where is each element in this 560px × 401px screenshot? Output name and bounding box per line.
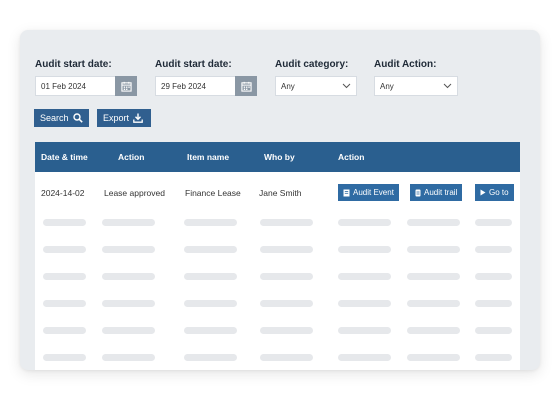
go-to-button[interactable]: Go to [475, 184, 514, 201]
table-row: 2024-14-02 Lease approved Finance Lease … [35, 172, 520, 214]
skeleton-bar [407, 219, 460, 226]
calendar-button[interactable] [235, 76, 257, 96]
skeleton-bar [184, 246, 237, 253]
skeleton-bar [338, 354, 391, 361]
chevron-down-icon [443, 83, 452, 89]
skeleton-bar [338, 327, 391, 334]
skeleton-bar [338, 273, 391, 280]
skeleton-bar [102, 219, 155, 226]
skeleton-bar [338, 219, 391, 226]
date-picker [35, 76, 137, 96]
skeleton-bar [43, 327, 86, 334]
skeleton-bar [260, 273, 313, 280]
action-select[interactable]: Any [374, 76, 458, 96]
search-button-label: Search [40, 113, 69, 123]
skeleton-bar [184, 219, 237, 226]
filter-label: Audit Action: [374, 59, 437, 70]
skeleton-bar [475, 246, 512, 253]
filter-start-date-2: Audit start date: [155, 58, 257, 96]
skeleton-bar [338, 300, 391, 307]
search-icon [72, 113, 83, 123]
audit-event-button[interactable]: Audit Event [338, 184, 399, 201]
cell-who-by: Jane Smith [259, 188, 302, 198]
cell-action: Lease approved [104, 188, 165, 198]
column-header-action: Action [118, 152, 145, 162]
audit-table: Date & time Action Item name Who by Acti… [35, 142, 520, 370]
skeleton-bar [407, 327, 460, 334]
skeleton-bar [102, 354, 155, 361]
cell-date: 2024-14-02 [41, 188, 85, 198]
list-icon [415, 189, 421, 196]
end-date-input[interactable] [155, 76, 235, 96]
audit-event-label: Audit Event [353, 188, 394, 197]
skeleton-bar [184, 354, 237, 361]
date-picker [155, 76, 257, 96]
filter-label: Audit category: [275, 59, 349, 70]
skeleton-bar [260, 327, 313, 334]
audit-trail-label: Audit trail [424, 188, 458, 197]
filter-action: Audit Action: Any [374, 58, 458, 96]
calendar-icon [240, 81, 252, 92]
skeleton-bar [407, 300, 460, 307]
calendar-icon [120, 81, 132, 92]
select-value: Any [380, 81, 394, 91]
skeleton-bar [102, 300, 155, 307]
filter-bar: Audit start date: 01 Feb 2024 Audit star… [35, 58, 525, 98]
skeleton-bar [260, 354, 313, 361]
export-button-label: Export [103, 113, 130, 123]
skeleton-bar [43, 246, 86, 253]
skeleton-bar [407, 354, 460, 361]
skeleton-bar [475, 354, 512, 361]
skeleton-bar [184, 327, 237, 334]
skeleton-bar [475, 219, 512, 226]
calendar-button[interactable] [115, 76, 137, 96]
chevron-down-icon [342, 83, 351, 89]
select-value: Any [281, 81, 295, 91]
skeleton-bar [43, 300, 86, 307]
filter-label: Audit start date: [155, 59, 232, 70]
skeleton-bar [475, 300, 512, 307]
skeleton-bar [260, 246, 313, 253]
skeleton-bar [338, 246, 391, 253]
download-icon [133, 113, 143, 123]
skeleton-bar [102, 246, 155, 253]
filter-label: Audit start date: [35, 59, 112, 70]
table-header: Date & time Action Item name Who by Acti… [35, 142, 520, 172]
skeleton-bar [475, 273, 512, 280]
document-icon [343, 189, 350, 196]
skeleton-bar [260, 219, 313, 226]
skeleton-bar [475, 327, 512, 334]
category-select[interactable]: Any [275, 76, 357, 96]
skeleton-bar [43, 354, 86, 361]
skeleton-bar [260, 300, 313, 307]
filter-start-date-1: Audit start date: [35, 58, 137, 96]
export-button[interactable]: Export [97, 109, 151, 127]
go-to-label: Go to [489, 188, 509, 197]
skeleton-bar [102, 273, 155, 280]
column-header-who-by: Who by [264, 152, 295, 162]
search-button[interactable]: Search [34, 109, 89, 127]
play-icon [480, 189, 486, 196]
audit-trail-button[interactable]: Audit trail [410, 184, 463, 201]
cell-item-name: Finance Lease [185, 188, 241, 198]
skeleton-bar [184, 273, 237, 280]
skeleton-bar [407, 273, 460, 280]
skeleton-bar [43, 273, 86, 280]
filter-category: Audit category: Any [275, 58, 357, 96]
column-header-item-name: Item name [187, 152, 230, 162]
skeleton-bar [184, 300, 237, 307]
skeleton-bar [102, 327, 155, 334]
column-header-date: Date & time [41, 152, 88, 162]
skeleton-bar [43, 219, 86, 226]
audit-panel: Audit start date: 01 Feb 2024 Audit star… [20, 30, 540, 370]
skeleton-bar [407, 246, 460, 253]
column-header-actions: Action [338, 152, 365, 162]
start-date-input[interactable] [35, 76, 115, 96]
